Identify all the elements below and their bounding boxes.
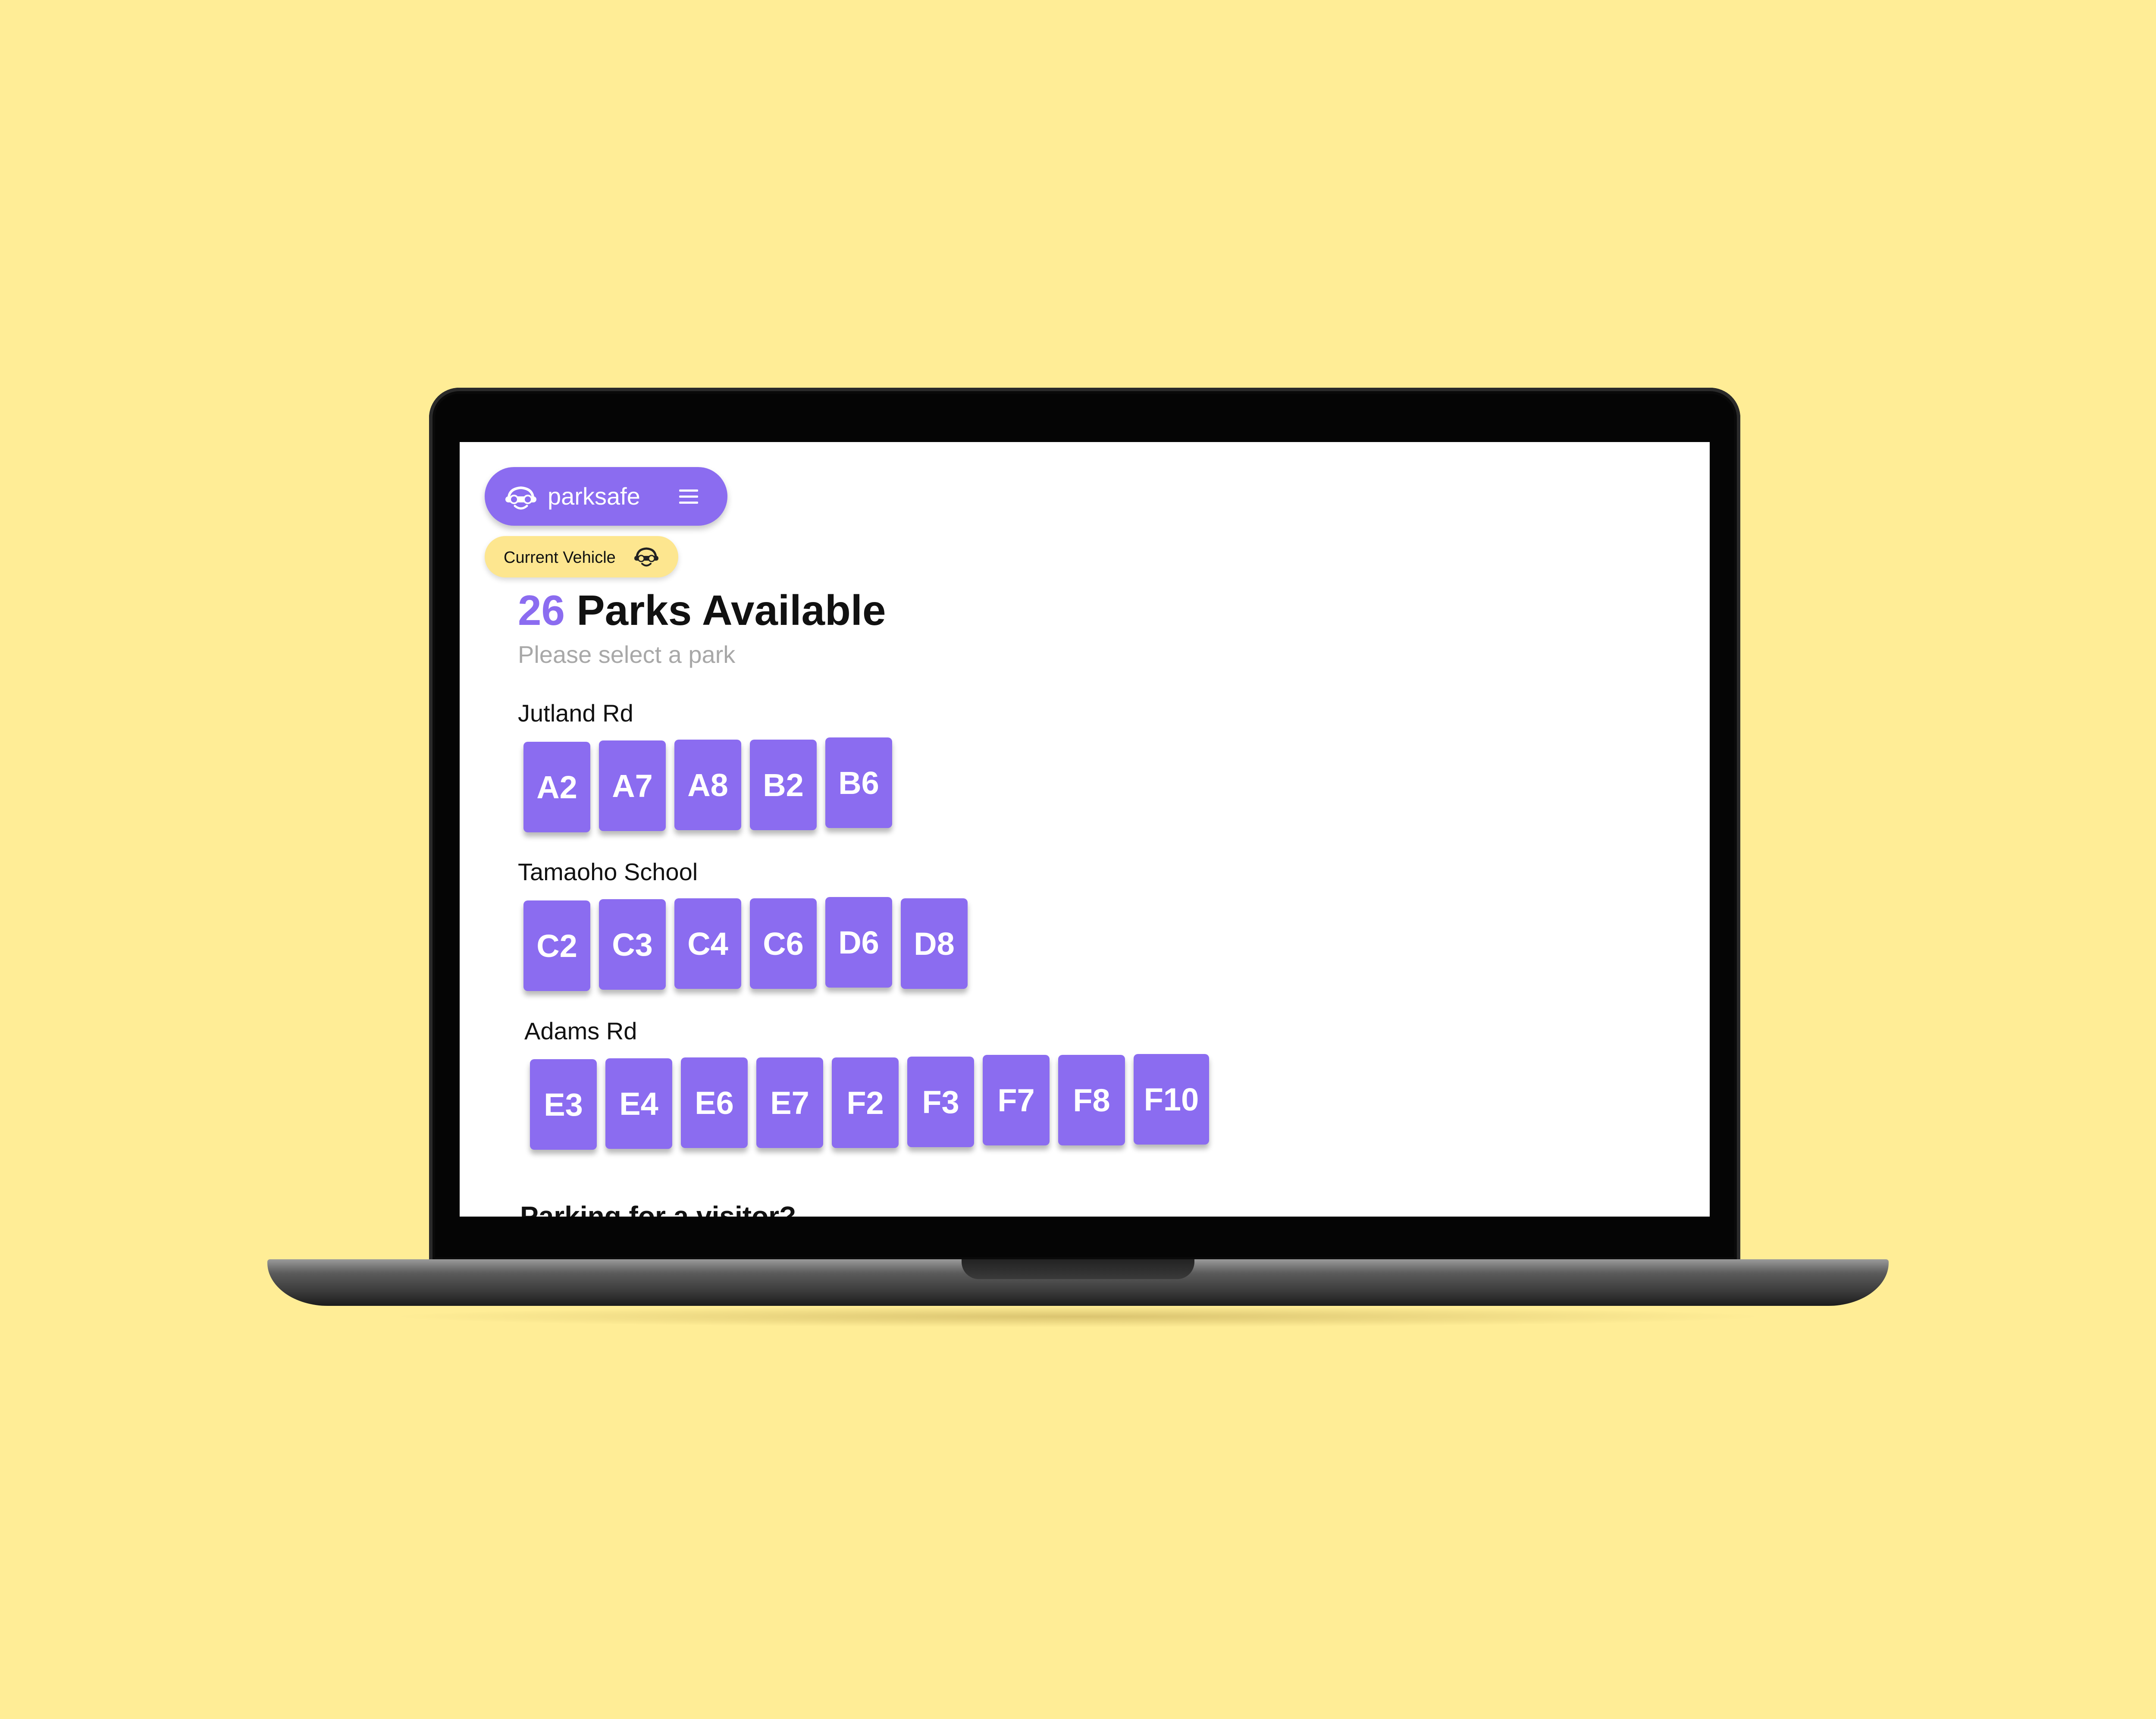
parks-available-text: Parks Available: [565, 587, 886, 634]
current-vehicle-button[interactable]: Current Vehicle: [485, 536, 678, 577]
park-button[interactable]: B2: [750, 740, 817, 830]
location-heading: Tamaoho School: [518, 858, 698, 885]
park-button[interactable]: F8: [1058, 1055, 1125, 1145]
park-button[interactable]: A2: [523, 742, 590, 832]
park-button[interactable]: F2: [832, 1057, 899, 1148]
park-button[interactable]: F10: [1134, 1054, 1209, 1145]
laptop-base: [267, 1259, 1889, 1306]
page-subtitle: Please select a park: [518, 641, 736, 668]
app-screen: parksafe Current Vehicle 26 Parks Availa…: [460, 442, 1710, 1217]
park-button[interactable]: C6: [750, 898, 817, 989]
park-button[interactable]: D6: [825, 897, 892, 988]
park-button[interactable]: E7: [756, 1057, 823, 1148]
parks-count: 26: [518, 587, 565, 634]
laptop-shadow: [388, 1306, 1768, 1327]
park-button[interactable]: A7: [599, 740, 666, 831]
visitor-parking-heading: Parking for a visitor?: [520, 1201, 796, 1217]
park-button[interactable]: A8: [674, 740, 741, 830]
park-button[interactable]: F3: [907, 1057, 974, 1147]
location-heading: Jutland Rd: [518, 700, 633, 727]
park-button[interactable]: E4: [605, 1058, 672, 1149]
park-button[interactable]: B6: [825, 737, 892, 828]
park-button[interactable]: F7: [983, 1055, 1050, 1145]
car-face-icon: [505, 486, 536, 510]
park-button[interactable]: E3: [530, 1059, 597, 1150]
brand-name: parksafe: [548, 483, 640, 510]
park-button[interactable]: C4: [674, 898, 741, 989]
park-button[interactable]: E6: [681, 1057, 748, 1148]
park-button[interactable]: C3: [599, 899, 666, 990]
location-heading: Adams Rd: [524, 1017, 637, 1045]
brand-header[interactable]: parksafe: [485, 467, 727, 526]
current-vehicle-label: Current Vehicle: [504, 549, 616, 567]
laptop-notch: [962, 1259, 1194, 1279]
park-button[interactable]: C2: [523, 900, 590, 991]
page-title: 26 Parks Available: [518, 584, 886, 636]
hamburger-menu-icon[interactable]: [677, 484, 701, 508]
car-face-icon: [634, 547, 658, 567]
park-button[interactable]: D8: [901, 898, 968, 989]
